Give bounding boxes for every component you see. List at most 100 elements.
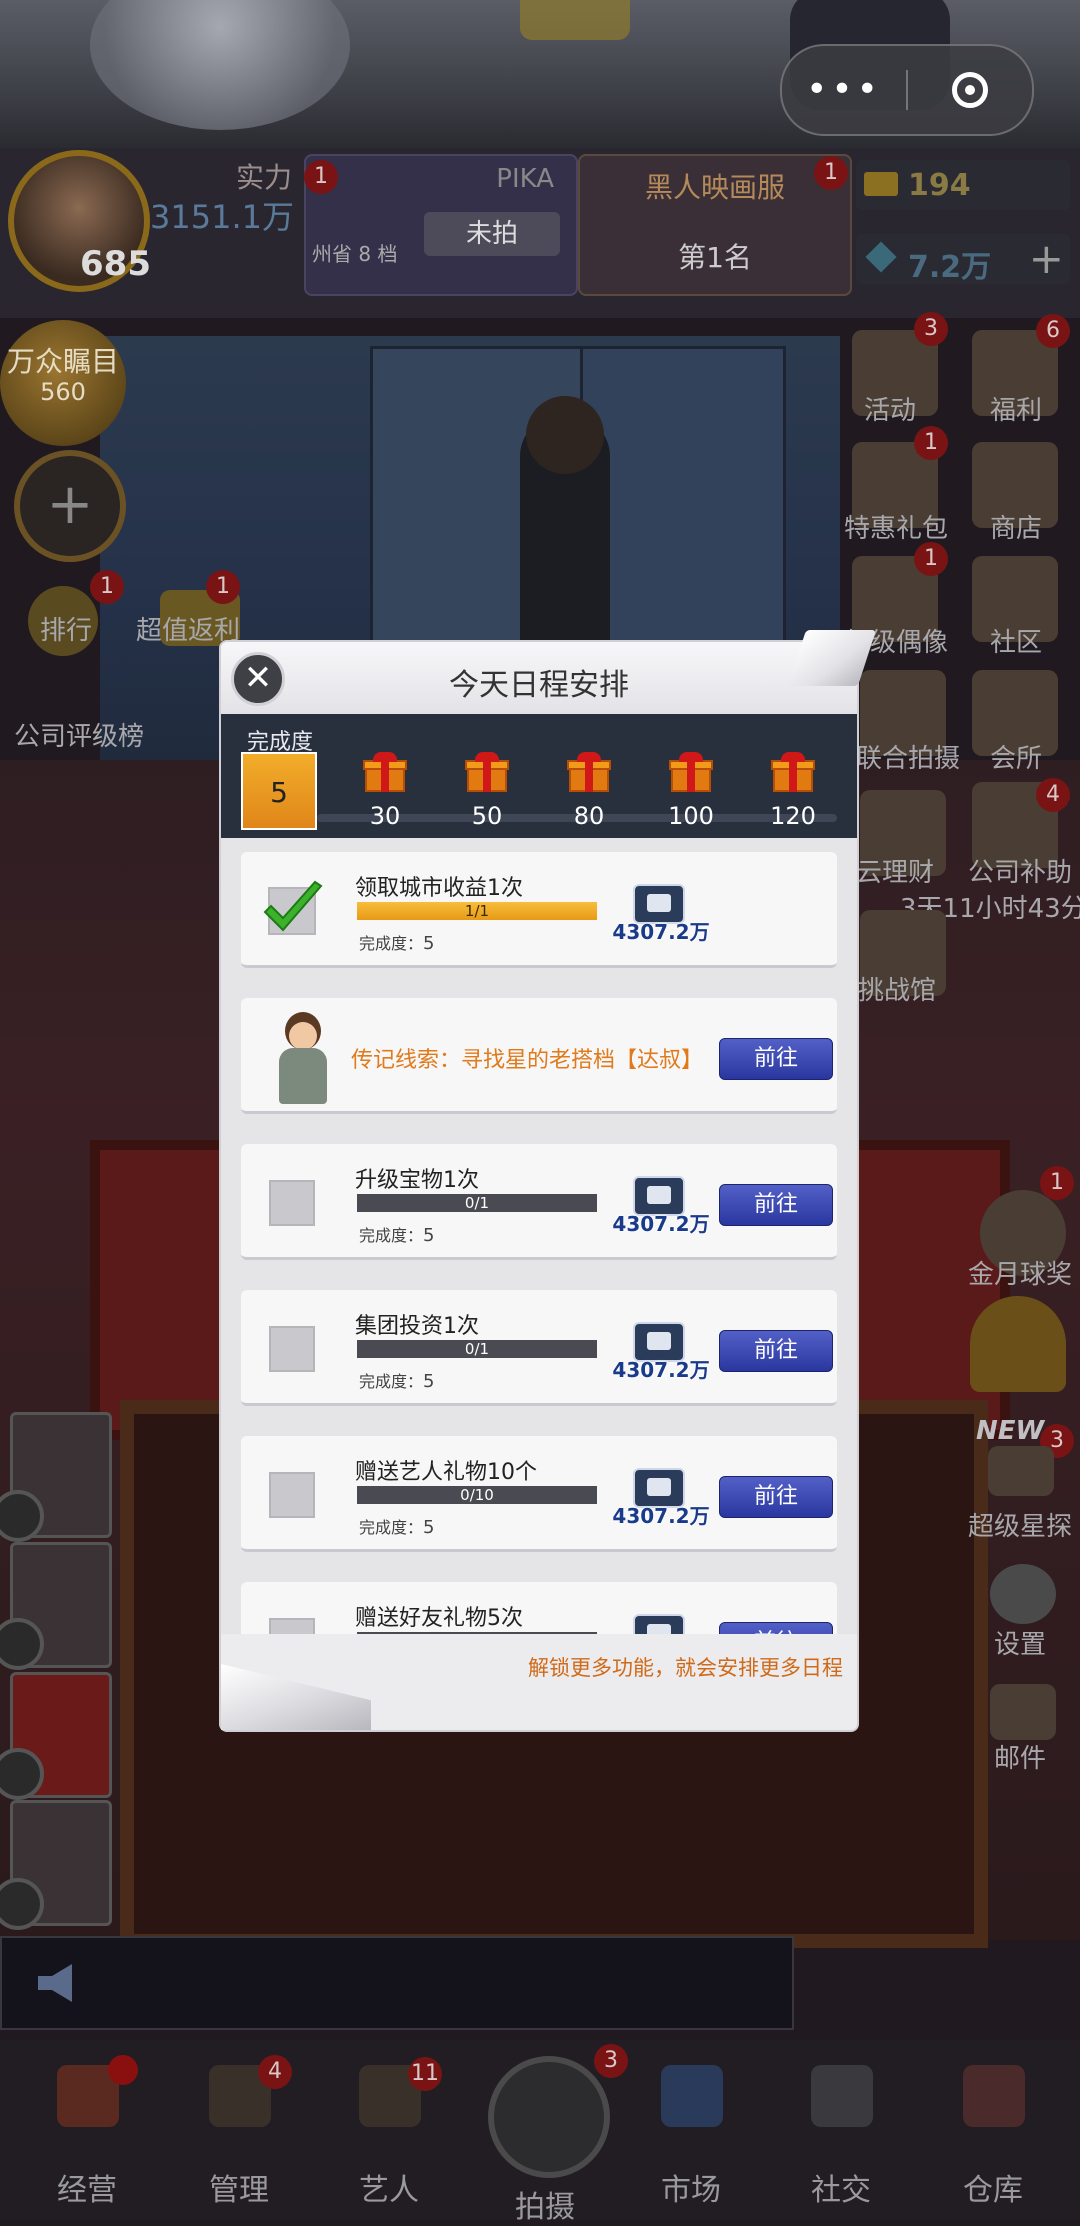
money-bag-icon [633,1614,685,1634]
activity-badge: 3 [914,312,948,346]
reward-amount: 4307.2万 [612,1358,710,1382]
gold-counter: 194 [856,160,1070,210]
mini-program-capsule: ••• [780,44,1034,136]
pika-status-button[interactable]: 未拍 [424,212,560,256]
task-completion: 完成度：5 [359,1371,435,1392]
warehouse-icon [963,2065,1025,2127]
nav-business-label: 经营 [57,2173,117,2208]
milestone-threshold: 100 [668,802,714,830]
close-button[interactable]: ✕ [231,652,285,706]
go-button[interactable]: 前往 [719,1184,833,1226]
nav-shoot-label: 拍摄 [515,2190,575,2225]
nav-artist-label: 艺人 [359,2173,419,2208]
nav-shoot[interactable]: 3 拍摄 [470,2044,628,2225]
special-pack-badge: 1 [914,426,948,460]
gift-box-icon [465,752,509,792]
check-icon [263,880,323,935]
milestone-reward[interactable]: 120 [753,752,833,830]
milestone-reward[interactable]: 50 [447,752,527,830]
more-button[interactable]: ••• [782,46,906,134]
reward-amount: 4307.2万 [612,1504,710,1528]
nav-warehouse[interactable]: 仓库 [918,2055,1068,2220]
target-icon [952,72,988,108]
subsidy-label: 公司补助 [968,858,1073,888]
company-rating-label[interactable]: 公司评级榜 [14,716,144,753]
task-completion: 完成度：5 [359,1225,435,1246]
super-scout-icon[interactable] [988,1446,1054,1496]
gold-value: 194 [908,168,971,203]
film-camera-icon [488,2056,610,2178]
ranking-badge: 1 [90,570,124,604]
clue-text: 传记线索：寻找星的老搭档【达叔】 [351,1048,704,1073]
milestone-threshold: 50 [471,802,503,830]
mail-icon[interactable] [990,1684,1056,1740]
rank-title: 黑人映画服 [644,171,785,204]
task-row: 赠送艺人礼物10个 0/10 完成度：5 4307.2万 前往 [241,1436,837,1552]
task-name: 领取城市收益1次 [355,876,523,901]
club-label: 会所 [990,744,1043,774]
reward-amount: 4307.2万 [612,920,710,944]
add-gems-button[interactable]: + [1029,234,1064,284]
task-name: 赠送艺人礼物10个 [355,1460,537,1485]
pika-badge: 1 [304,160,338,194]
milestone-reward[interactable]: 80 [549,752,629,830]
go-button[interactable]: 前往 [719,1330,833,1372]
nav-market[interactable]: 市场 [616,2055,766,2220]
event-button[interactable]: 万众瞩目 560 [0,320,126,446]
event-title: 万众瞩目 [6,345,119,378]
gift-box-icon [771,752,815,792]
go-button[interactable]: 前往 [719,1476,833,1518]
checkbox [269,1618,315,1634]
super-idol-badge: 1 [914,542,948,576]
task-list[interactable]: 领取城市收益1次 1/1 完成度：5 4307.2万 传记线索：寻找星的老搭档【达叔】前… [221,838,857,1634]
rank-badge: 1 [814,156,848,190]
nav-warehouse-label: 仓库 [963,2173,1023,2208]
pika-subtitle: 州省 8 档 [312,242,398,266]
gem-counter: 7.2万 + [856,234,1070,285]
gear-icon[interactable] [990,1564,1056,1624]
task-progress-bar: 0/1 [357,1340,597,1358]
footer-hint: 解锁更多功能，就会安排更多日程 [528,1656,843,1680]
cloud-finance-label: 云理财 [856,858,935,888]
settings-label: 设置 [994,1630,1047,1660]
task-completion: 完成度：5 [359,1517,435,1538]
close-mini-program-button[interactable] [908,72,1032,108]
task-row: 赠送好友礼物5次0/5完成度：54307.2万前往 [241,1582,837,1634]
reward: 4307.2万 [611,1322,711,1382]
nav-social[interactable]: 社交 [766,2055,916,2220]
reward: 4307.2万 [611,1614,711,1634]
daily-schedule-dialog: 今天日程安排 ✕ 完成度 5 30 50 80 100 120 领取城市收益1次 1/1 完… [221,630,877,1730]
task-progress-text: 0/1 [464,1340,490,1358]
megaphone-icon [38,1964,72,2002]
nav-business[interactable]: 经营 [12,2055,162,2220]
welfare-label: 福利 [990,396,1043,426]
nav-manage-badge: 4 [258,2055,292,2089]
trophy-icon[interactable] [970,1296,1066,1392]
task-completion: 完成度：5 [359,933,435,954]
milestone-reward[interactable]: 30 [345,752,425,830]
dialog-footer: 解锁更多功能，就会安排更多日程 [221,1634,857,1730]
power-label: 实力 [236,161,293,194]
ranking-label: 排行 [40,616,93,646]
milestone-reward[interactable]: 100 [651,752,731,830]
task-progress-bar: 0/10 [357,1486,597,1504]
diamond-icon [865,241,897,273]
activity-label: 活动 [864,396,917,426]
task-progress-text: 0/10 [460,1486,494,1504]
nav-artist-badge: 11 [408,2057,442,2091]
completion-value: 5 [241,752,317,830]
task-progress-bar: 0/1 [357,1194,597,1212]
nav-manage[interactable]: 4 管理 [164,2055,314,2220]
rank-value: 第1名 [678,241,752,274]
add-button[interactable]: + [14,450,126,562]
nav-artist[interactable]: 11 艺人 [314,2055,464,2220]
coffee-cup-icon [811,2065,873,2127]
nav-market-label: 市场 [661,2173,721,2208]
welfare-badge: 6 [1036,314,1070,348]
go-button[interactable]: 前往 [719,1622,833,1634]
go-button[interactable]: 前往 [719,1038,833,1080]
task-progress-bar: 1/1 [357,902,597,920]
notice-bar[interactable] [0,1936,794,2030]
rank-panel[interactable]: 黑人映画服 第1名 [578,154,852,296]
pika-panel[interactable]: PIKA 未拍 州省 8 档 [304,154,578,296]
